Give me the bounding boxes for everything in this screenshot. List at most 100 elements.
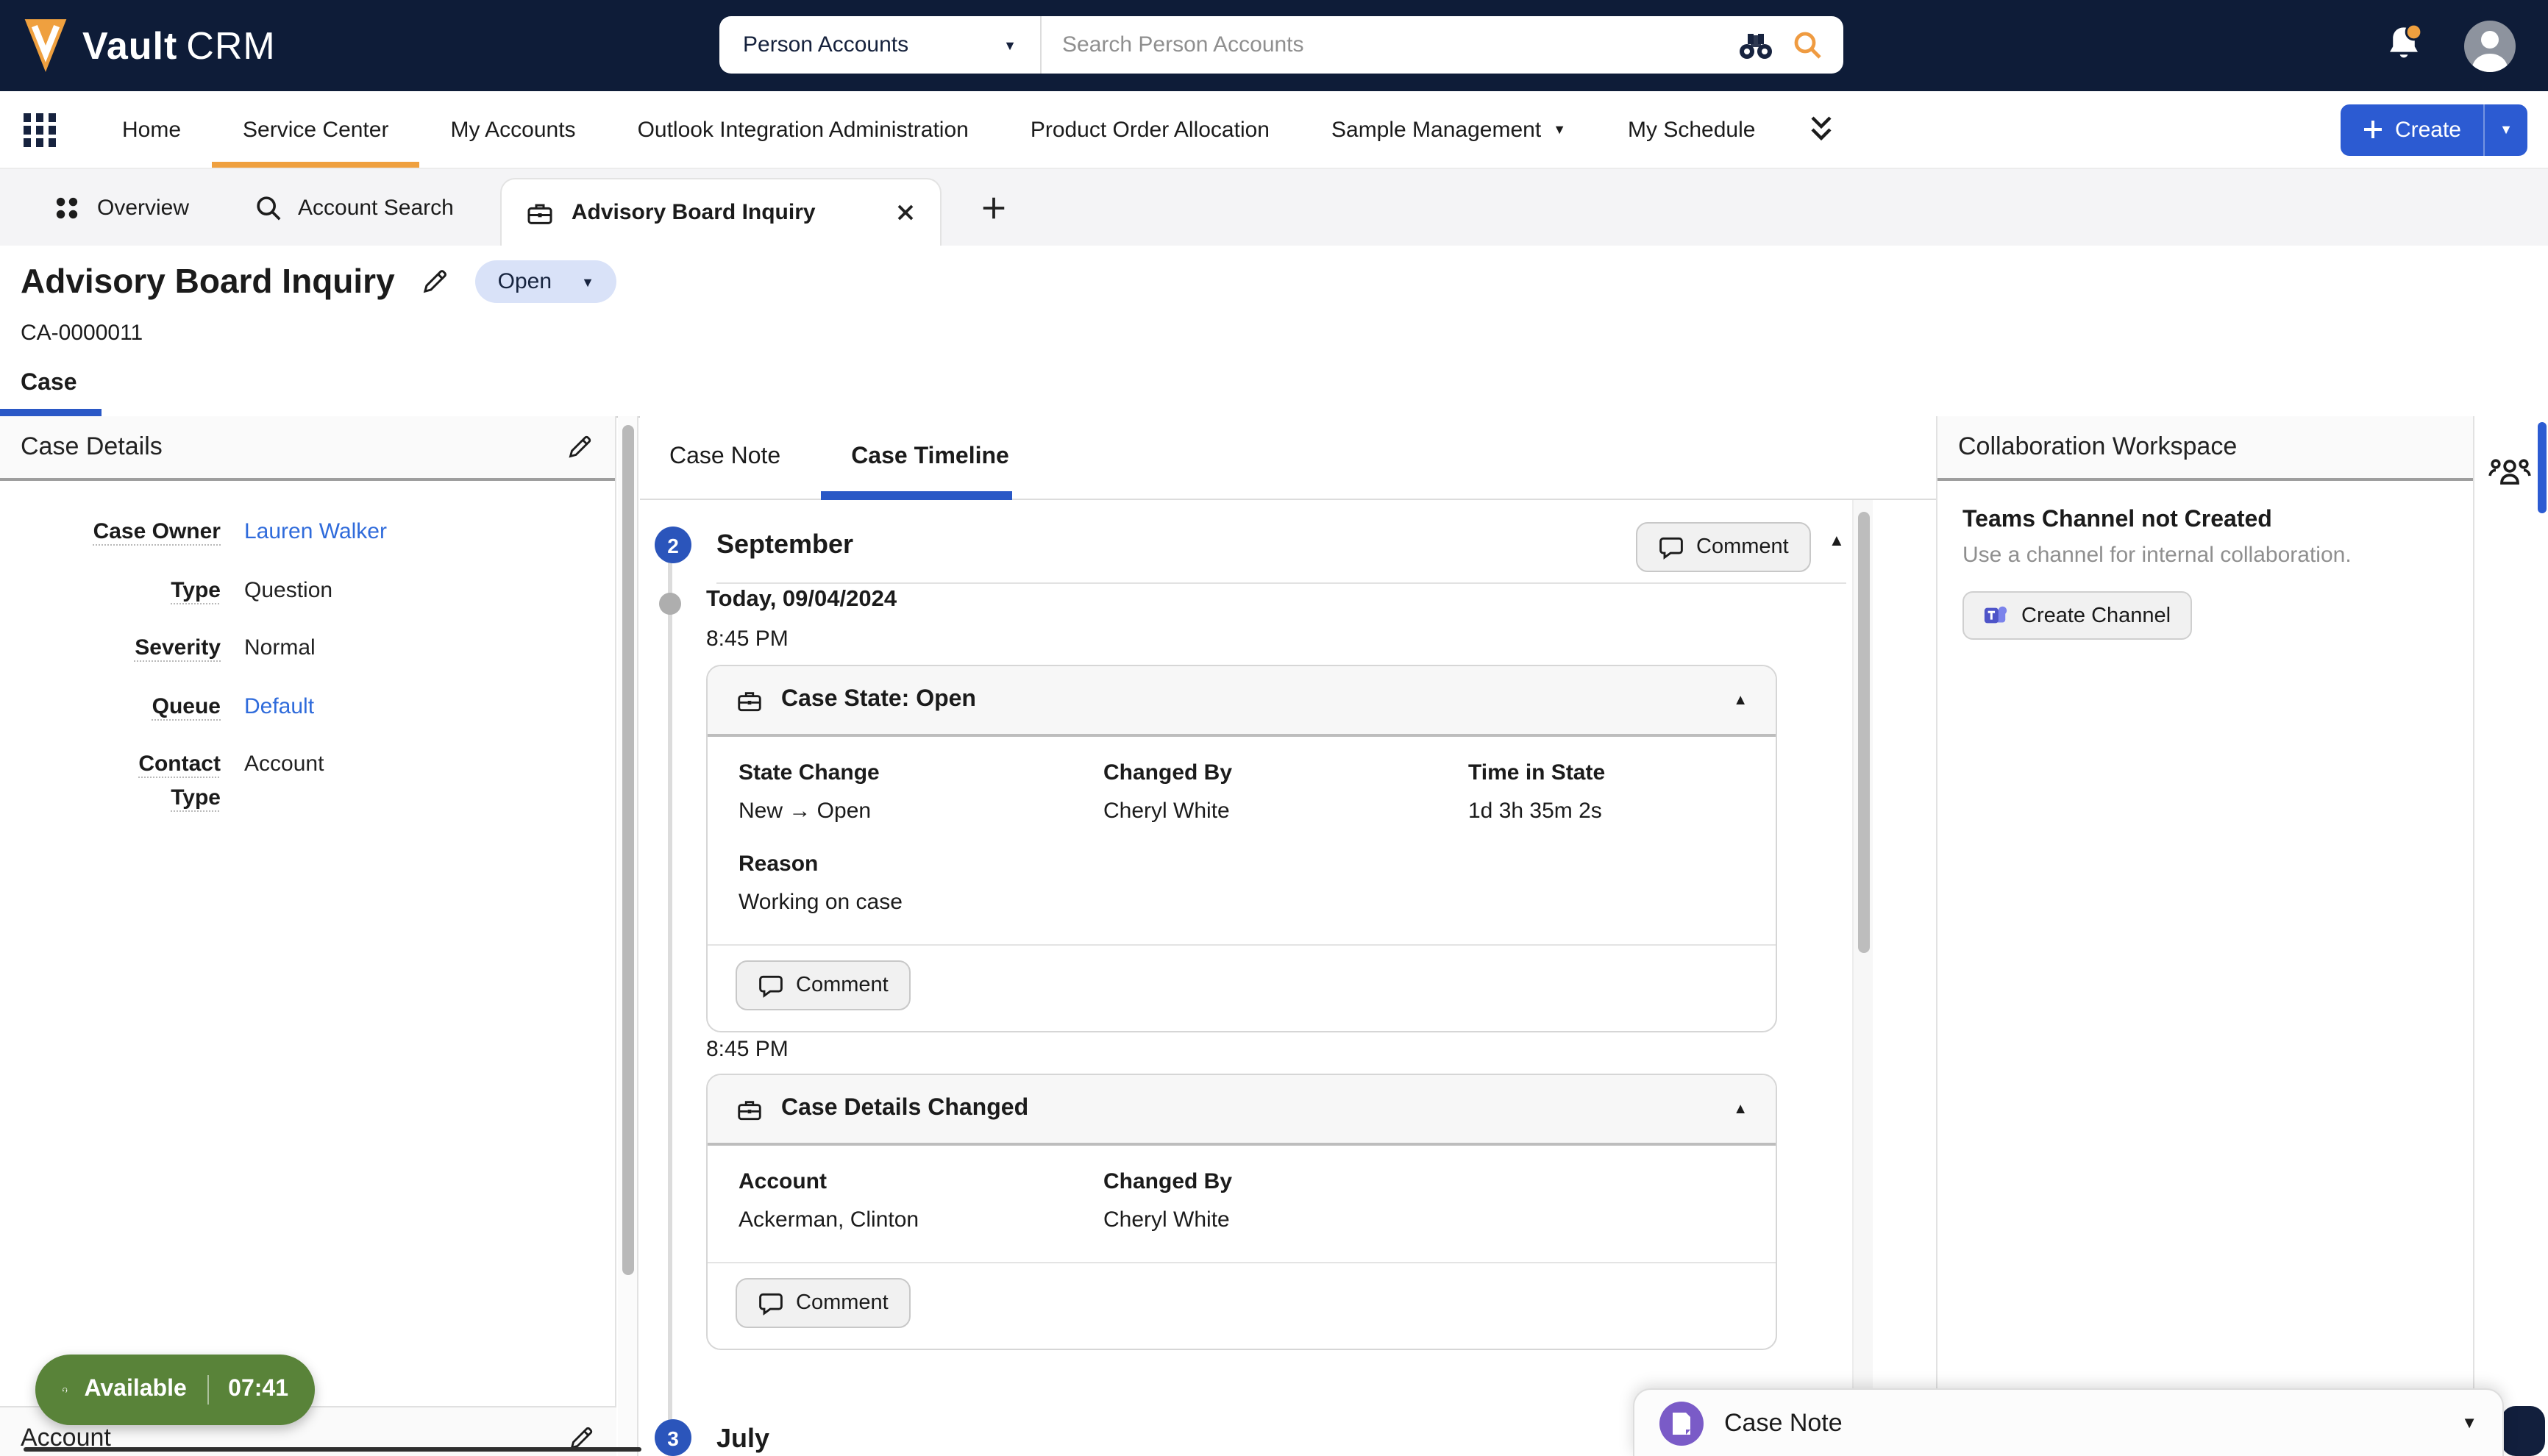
- collaboration-title: Collaboration Workspace: [1958, 432, 2237, 462]
- tab-account-search[interactable]: Account Search: [254, 193, 454, 221]
- case-content-tabs: Case Note Case Timeline: [640, 416, 1936, 500]
- nav-item-home[interactable]: Home: [91, 91, 212, 168]
- event-card-header: Case Details Changed ▲: [708, 1075, 1776, 1146]
- column-label: Time in State: [1468, 760, 1745, 785]
- workspace-tab-strip: Overview Account Search Advisory Board I…: [0, 169, 2548, 246]
- search-icon: [254, 193, 282, 221]
- comment-bubble-icon: [1658, 534, 1684, 560]
- timeline-dot: [659, 593, 681, 615]
- tab-label: Advisory Board Inquiry: [572, 200, 816, 225]
- nav-item-product-order-allocation[interactable]: Product Order Allocation: [1000, 91, 1300, 168]
- create-dropdown-button[interactable]: ▼: [2483, 104, 2527, 155]
- collapse-card-icon[interactable]: ▲: [1733, 1101, 1748, 1117]
- tab-advisory-board-inquiry[interactable]: Advisory Board Inquiry: [501, 178, 942, 246]
- scrollbar-thumb[interactable]: [622, 425, 634, 1275]
- comment-label: Comment: [1696, 535, 1789, 559]
- active-tab-underline: [821, 491, 1012, 500]
- chevron-down-icon: ▼: [1003, 38, 1017, 52]
- search-icon[interactable]: [1792, 29, 1824, 61]
- notifications-bell-icon[interactable]: [2382, 22, 2426, 69]
- tab-case-timeline[interactable]: Case Timeline: [851, 444, 1009, 471]
- vault-logo-icon: [21, 16, 71, 75]
- tab-account-search-label: Account Search: [298, 195, 454, 220]
- user-avatar[interactable]: [2464, 20, 2516, 71]
- column-value: New → Open: [739, 799, 1103, 824]
- teams-channel-hint: Use a channel for internal collaboration…: [1962, 543, 2448, 568]
- event-time: 8:45 PM: [706, 627, 789, 652]
- nav-item-service-center[interactable]: Service Center: [212, 91, 419, 168]
- page-header: Advisory Board Inquiry Open ▼ CA-0000011…: [0, 246, 2548, 416]
- field-label: Severity: [88, 632, 221, 665]
- left-panel-scrollbar: [618, 416, 638, 1456]
- column-value: Cheryl White: [1103, 799, 1468, 824]
- event-card-header: Case State: Open ▲: [708, 666, 1776, 737]
- close-tab-icon[interactable]: [895, 201, 917, 224]
- search-scope-dropdown[interactable]: Person Accounts ▼: [719, 16, 1040, 74]
- column-label: Changed By: [1103, 1169, 1468, 1194]
- create-channel-button[interactable]: Create Channel: [1962, 591, 2191, 640]
- availability-status-pill[interactable]: Available 07:41: [35, 1355, 315, 1425]
- binoculars-icon[interactable]: [1737, 29, 1774, 61]
- comment-button[interactable]: Comment: [736, 1278, 911, 1328]
- app-grid-icon[interactable]: [21, 110, 59, 149]
- field-case-owner: Case Owner Lauren Walker: [0, 516, 615, 549]
- event-card-case-state-open: Case State: Open ▲ State Change New → Op…: [706, 665, 1777, 1032]
- collaboration-header: Collaboration Workspace: [1937, 416, 2473, 481]
- create-button[interactable]: Create: [2341, 104, 2483, 155]
- case-note-icon: [1659, 1401, 1704, 1445]
- event-card-footer: Comment: [708, 1262, 1776, 1349]
- case-note-docked-panel[interactable]: Case Note ▼: [1633, 1388, 2504, 1456]
- case-note-title: Case Note: [1724, 1408, 1843, 1438]
- comment-label: Comment: [796, 974, 889, 997]
- event-column: Account Ackerman, Clinton: [739, 1169, 1103, 1232]
- nav-item-my-schedule[interactable]: My Schedule: [1597, 91, 1786, 168]
- global-search: Person Accounts ▼: [719, 16, 1843, 74]
- comment-button[interactable]: Comment: [736, 960, 911, 1010]
- case-owner-link[interactable]: Lauren Walker: [244, 519, 387, 544]
- field-label: Type: [88, 574, 221, 607]
- event-title: Case State: Open: [781, 687, 976, 713]
- scrollbar-thumb[interactable]: [1858, 512, 1870, 953]
- collapse-month-icon[interactable]: ▲: [1829, 532, 1845, 550]
- create-channel-label: Create Channel: [2021, 604, 2171, 627]
- vault-crm-logo[interactable]: VaultCRM: [21, 16, 276, 75]
- case-briefcase-icon: [526, 198, 555, 227]
- edit-pencil-icon[interactable]: [420, 266, 451, 297]
- case-status-dropdown[interactable]: Open ▼: [476, 260, 616, 303]
- comment-bubble-icon: [758, 1290, 784, 1316]
- nav-more-double-chevron-icon[interactable]: [1786, 91, 1857, 168]
- teams-channel-status: Teams Channel not Created: [1962, 507, 2448, 534]
- reason-value: Working on case: [739, 890, 1745, 915]
- tab-case[interactable]: Case: [21, 371, 77, 397]
- field-severity: Severity Normal: [0, 632, 615, 665]
- collapse-card-icon[interactable]: ▲: [1733, 692, 1748, 708]
- nav-item-outlook-integration-administration[interactable]: Outlook Integration Administration: [607, 91, 1000, 168]
- horizontal-scrollbar[interactable]: [24, 1447, 641, 1452]
- comment-button[interactable]: Comment: [1636, 522, 1811, 572]
- queue-link[interactable]: Default: [244, 693, 314, 718]
- tab-overview[interactable]: Overview: [53, 193, 189, 221]
- availability-timer: 07:41: [228, 1377, 288, 1403]
- new-tab-button[interactable]: [981, 193, 1008, 221]
- case-details-fields: Case Owner Lauren Walker Type Question S…: [0, 481, 615, 815]
- participants-people-icon[interactable]: [2488, 454, 2532, 500]
- event-card-body: State Change New → Open Changed By Chery…: [708, 737, 1776, 944]
- event-card-case-details-changed: Case Details Changed ▲ Account Ackerman,…: [706, 1074, 1777, 1350]
- vault-crm-app: VaultCRM Person Accounts ▼: [0, 0, 2548, 1456]
- chevron-down-icon[interactable]: ▼: [2461, 1414, 2477, 1432]
- nav-item-sample-management[interactable]: Sample Management ▼: [1300, 91, 1597, 168]
- timeline-line: [668, 547, 672, 1456]
- comment-bubble-icon: [758, 972, 784, 999]
- collaboration-workspace-panel: Collaboration Workspace Teams Channel no…: [1936, 416, 2474, 1456]
- scroll-position-indicator[interactable]: [2538, 422, 2547, 513]
- status-badge: Open: [498, 269, 552, 294]
- overview-grid-icon: [53, 193, 81, 221]
- timeline-month: September: [716, 529, 853, 560]
- main-navigation: Home Service Center My Accounts Outlook …: [0, 91, 2548, 169]
- edit-pencil-icon[interactable]: [565, 432, 594, 462]
- tab-case-note[interactable]: Case Note: [669, 444, 780, 471]
- field-value: Question: [244, 574, 615, 607]
- nav-item-my-accounts[interactable]: My Accounts: [419, 91, 606, 168]
- column-value: 1d 3h 35m 2s: [1468, 799, 1745, 824]
- search-input[interactable]: [1042, 32, 1737, 57]
